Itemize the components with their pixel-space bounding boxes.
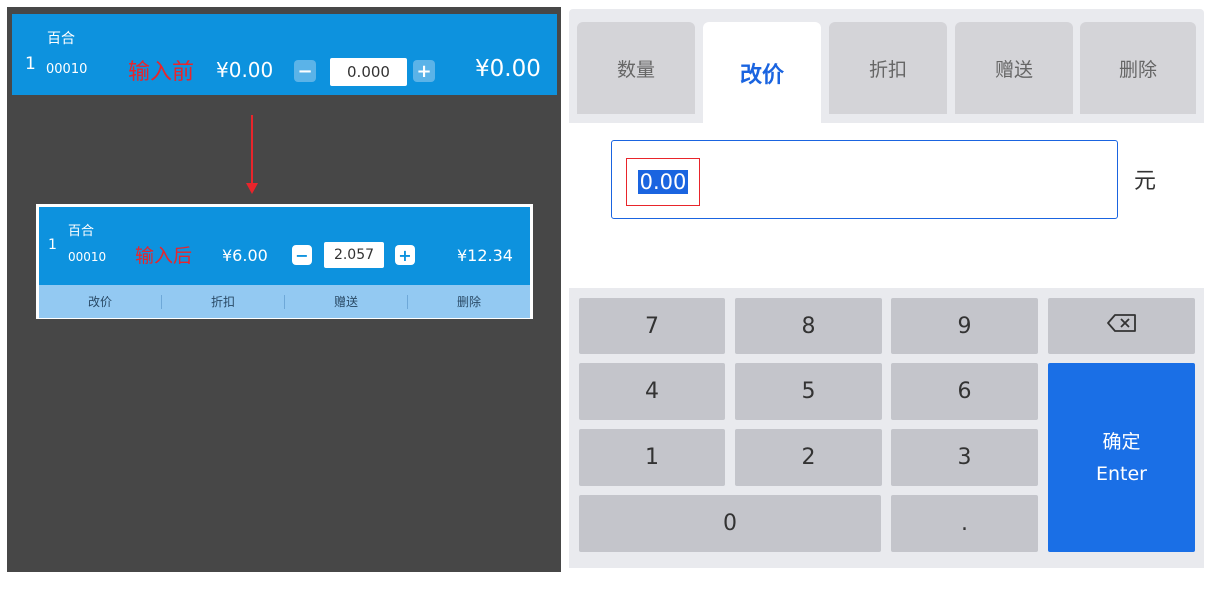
- confirm-enter-button[interactable]: 确定 Enter: [1048, 363, 1195, 552]
- item-index: 1: [48, 237, 57, 253]
- enter-label-cn: 确定: [1102, 430, 1141, 453]
- key-9[interactable]: 9: [891, 298, 1038, 354]
- backspace-key[interactable]: [1048, 298, 1195, 354]
- item-code: 00010: [46, 62, 88, 77]
- key-7[interactable]: 7: [579, 298, 725, 354]
- price-value-selection: 0.00: [626, 158, 700, 206]
- unit-price: ¥0.00: [216, 58, 274, 82]
- increase-qty-button[interactable]: +: [413, 60, 435, 82]
- item-name: 百合: [47, 31, 75, 47]
- price-value: 0.00: [637, 170, 689, 194]
- tab-quantity[interactable]: 数量: [577, 22, 695, 114]
- key-1[interactable]: 1: [579, 429, 725, 486]
- increase-qty-button[interactable]: +: [395, 245, 415, 265]
- quantity-field[interactable]: 2.057: [324, 242, 384, 268]
- action-discount[interactable]: 折扣: [162, 293, 284, 310]
- key-8[interactable]: 8: [735, 298, 882, 354]
- item-index: 1: [25, 54, 36, 74]
- enter-label-en: Enter: [1096, 462, 1147, 485]
- annotation-after: 输入后: [135, 245, 193, 267]
- cart-item-before[interactable]: 1 百合 00010 输入前 ¥0.00 − 0.000 + ¥0.00: [12, 14, 557, 95]
- item-action-bar: 改价 折扣 赠送 删除: [39, 285, 530, 318]
- tab-discount[interactable]: 折扣: [829, 22, 947, 114]
- arrow-head-icon: [246, 183, 258, 194]
- currency-unit: 元: [1134, 169, 1157, 194]
- unit-price: ¥6.00: [222, 246, 268, 265]
- key-5[interactable]: 5: [735, 363, 882, 420]
- arrow-down-icon: [251, 115, 253, 185]
- tab-gift[interactable]: 赠送: [955, 22, 1073, 114]
- decrease-qty-button[interactable]: −: [294, 60, 316, 82]
- key-2[interactable]: 2: [735, 429, 882, 486]
- decrease-qty-button[interactable]: −: [292, 245, 312, 265]
- tab-delete[interactable]: 删除: [1080, 22, 1196, 114]
- line-total: ¥0.00: [475, 56, 541, 82]
- quantity-field[interactable]: 0.000: [330, 58, 407, 86]
- key-0[interactable]: 0: [579, 495, 881, 552]
- action-change-price[interactable]: 改价: [39, 293, 161, 310]
- backspace-icon: [1106, 313, 1138, 339]
- action-delete[interactable]: 删除: [408, 293, 530, 310]
- key-dot[interactable]: .: [891, 495, 1038, 552]
- annotation-before: 输入前: [128, 60, 195, 85]
- item-code: 00010: [68, 250, 107, 264]
- line-total: ¥12.34: [457, 246, 513, 265]
- item-name: 百合: [68, 224, 95, 239]
- cart-item-after[interactable]: 1 百合 00010 输入后 ¥6.00 − 2.057 + ¥12.34: [39, 207, 530, 285]
- key-6[interactable]: 6: [891, 363, 1038, 420]
- tab-change-price[interactable]: 改价: [703, 22, 821, 124]
- key-3[interactable]: 3: [891, 429, 1038, 486]
- action-gift[interactable]: 赠送: [285, 293, 407, 310]
- key-4[interactable]: 4: [579, 363, 725, 420]
